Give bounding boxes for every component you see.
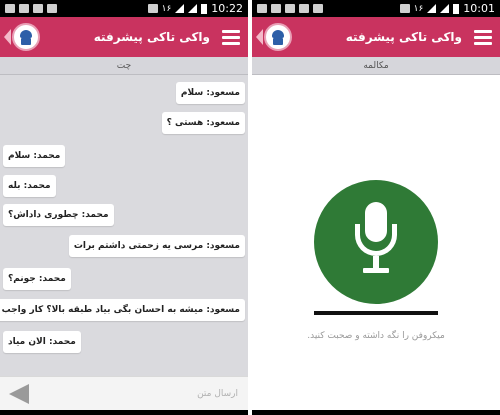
signal-icon-2 bbox=[188, 4, 198, 13]
push-to-talk-button[interactable] bbox=[314, 180, 438, 304]
signal-icon-2 bbox=[440, 4, 450, 13]
tab-chat[interactable]: چت bbox=[0, 57, 248, 75]
app-logo-button[interactable] bbox=[256, 23, 292, 51]
app-notification-icon bbox=[299, 4, 309, 13]
image-icon bbox=[47, 4, 57, 13]
notification-icon bbox=[5, 4, 15, 13]
message-composer bbox=[0, 376, 248, 410]
alarm-icon bbox=[399, 4, 410, 13]
alarm-icon bbox=[147, 4, 158, 13]
app-logo-button[interactable] bbox=[4, 23, 40, 51]
hold-to-talk-hint: میکروفن را نگه داشته و صحبت کنید. bbox=[307, 331, 445, 341]
message-bubble: محمد: الان میاد bbox=[3, 331, 81, 353]
call-panel: میکروفن را نگه داشته و صحبت کنید. bbox=[252, 75, 500, 410]
tab-call[interactable]: مکالمه bbox=[252, 57, 500, 75]
message-input[interactable] bbox=[32, 380, 242, 407]
hamburger-menu-icon[interactable] bbox=[222, 29, 240, 45]
robot-logo-icon bbox=[12, 23, 40, 51]
screenshot-pair: ۱۶ 10:22 واکی تاکی پیشرفته چت مسعود: سلا… bbox=[0, 0, 500, 415]
chat-message-list[interactable]: مسعود: سلام مسعود: هستی ؟ محمد: سلام محم… bbox=[0, 75, 248, 376]
sim-indicator: ۱۶ bbox=[413, 3, 424, 14]
status-notifications bbox=[257, 4, 323, 13]
back-chevron-icon bbox=[256, 29, 263, 45]
sim-indicator: ۱۶ bbox=[161, 3, 172, 14]
audio-level-bar bbox=[314, 311, 438, 315]
message-bubble: محمد: سلام bbox=[3, 145, 66, 167]
status-time: 10:22 bbox=[211, 2, 243, 15]
status-bar: ۱۶ 10:22 bbox=[0, 0, 248, 17]
back-chevron-icon bbox=[4, 29, 11, 45]
message-bubble: محمد: چطوری داداش؟ bbox=[3, 204, 114, 226]
status-system: ۱۶ 10:01 bbox=[399, 2, 495, 15]
message-bubble: مسعود: میشه به احسان بگی بیاد طبقه بالا؟… bbox=[0, 299, 245, 321]
message-bubble: مسعود: مرسی یه زحمتی داشتم برات bbox=[68, 235, 245, 257]
hamburger-menu-icon[interactable] bbox=[474, 29, 492, 45]
battery-icon bbox=[201, 3, 208, 14]
app-bar: واکی تاکی پیشرفته bbox=[252, 17, 500, 57]
navigation-bar bbox=[0, 410, 248, 415]
usb-icon bbox=[271, 4, 281, 13]
microphone-icon bbox=[351, 202, 401, 282]
message-bubble: محمد: جونم؟ bbox=[3, 268, 71, 290]
app-bar: واکی تاکی پیشرفته bbox=[0, 17, 248, 57]
signal-icon bbox=[427, 4, 437, 13]
status-bar: ۱۶ 10:01 bbox=[252, 0, 500, 17]
app-title: واکی تاکی پیشرفته bbox=[93, 30, 210, 44]
message-bubble: مسعود: هستی ؟ bbox=[161, 112, 245, 134]
status-notifications bbox=[5, 4, 57, 13]
image-icon bbox=[313, 4, 323, 13]
status-system: ۱۶ 10:22 bbox=[147, 2, 243, 15]
app-title: واکی تاکی پیشرفته bbox=[345, 30, 462, 44]
navigation-bar bbox=[252, 410, 500, 415]
message-bubble: محمد: بله bbox=[3, 175, 56, 197]
facebook-icon bbox=[285, 4, 295, 13]
call-screen: ۱۶ 10:01 واکی تاکی پیشرفته مکالمه میکروف… bbox=[252, 0, 500, 415]
battery-icon bbox=[453, 3, 460, 14]
app-notification-icon bbox=[19, 4, 29, 13]
notification-icon bbox=[257, 4, 267, 13]
robot-logo-icon bbox=[264, 23, 292, 51]
message-bubble: مسعود: سلام bbox=[175, 82, 245, 104]
send-icon[interactable] bbox=[6, 381, 32, 407]
signal-icon bbox=[175, 4, 185, 13]
chat-screen: ۱۶ 10:22 واکی تاکی پیشرفته چت مسعود: سلا… bbox=[0, 0, 248, 415]
mail-icon bbox=[33, 4, 43, 13]
status-time: 10:01 bbox=[463, 2, 495, 15]
